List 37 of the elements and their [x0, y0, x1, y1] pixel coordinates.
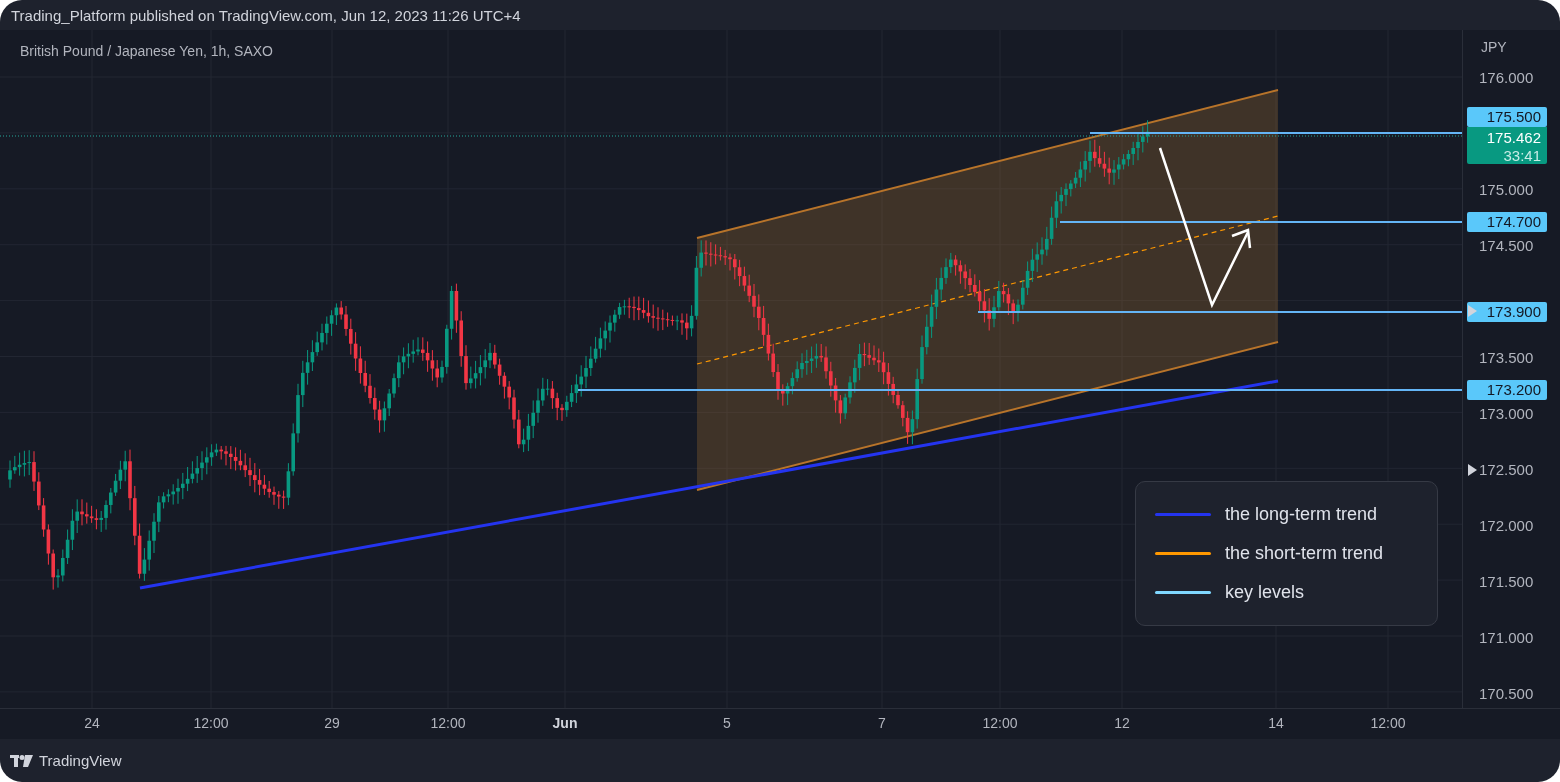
- time-label: 24: [84, 715, 100, 731]
- price-tick: 176.000: [1479, 69, 1534, 86]
- legend-label: the long-term trend: [1225, 504, 1378, 525]
- price-tick: 170.500: [1479, 685, 1534, 702]
- time-label: 12:00: [430, 715, 466, 731]
- time-label: 5: [723, 715, 731, 731]
- price-tick: 174.500: [1479, 237, 1534, 254]
- price-tick: 173.500: [1479, 349, 1534, 366]
- current-price: 175.462: [1486, 129, 1541, 147]
- time-label: 12:00: [193, 715, 229, 731]
- price-tick: 173.000: [1479, 405, 1534, 422]
- key-level-price: 174.700: [1467, 212, 1547, 232]
- key-level-price: 175.500: [1467, 107, 1547, 127]
- time-label: 12: [1114, 715, 1130, 731]
- legend-label: key levels: [1225, 582, 1305, 603]
- time-label: 7: [878, 715, 886, 731]
- price-tick: 171.500: [1479, 573, 1534, 590]
- key-level-price: 173.200: [1467, 380, 1547, 400]
- time-label: 12:00: [1370, 715, 1406, 731]
- price-tick: 172.000: [1479, 517, 1534, 534]
- key-level-price: 173.900: [1467, 302, 1547, 322]
- time-label: Jun: [552, 715, 578, 731]
- currency-label: JPY: [1481, 39, 1507, 55]
- logo-icon: [10, 754, 33, 767]
- price-tick: 175.000: [1479, 181, 1534, 198]
- publish-title: Trading_Platform published on TradingView.com, Jun 12, 2023 11:26 UTC+4: [11, 6, 521, 24]
- price-tick: 171.000: [1479, 629, 1534, 646]
- triangle-marker-icon: [1468, 305, 1477, 317]
- price-tick: 172.500: [1479, 461, 1534, 478]
- time-label: 12:00: [982, 715, 1018, 731]
- triangle-marker-icon: [1468, 464, 1477, 476]
- time-label: 29: [324, 715, 340, 731]
- symbol-label: British Pound / Japanese Yen, 1h, SAXO: [20, 43, 273, 59]
- bar-countdown: 33:41: [1503, 147, 1541, 165]
- legend-label: the short-term trend: [1225, 543, 1384, 564]
- brand-name: TradingView: [39, 752, 122, 769]
- time-label: 14: [1268, 715, 1284, 731]
